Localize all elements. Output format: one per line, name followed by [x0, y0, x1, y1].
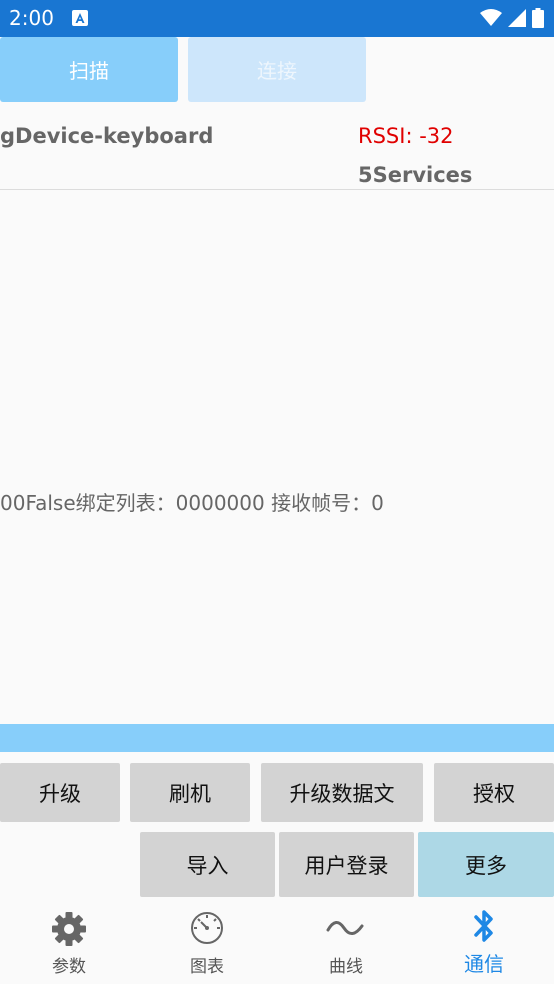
- battery-icon: [532, 8, 544, 28]
- scan-button[interactable]: 扫描: [0, 37, 178, 102]
- notification-icon: [72, 10, 88, 26]
- tab-chart-label: 图表: [190, 957, 224, 977]
- more-button[interactable]: 更多: [418, 832, 554, 897]
- tab-params-label: 参数: [52, 957, 86, 977]
- status-bar: 2:00: [0, 0, 554, 37]
- login-button[interactable]: 用户登录: [279, 832, 414, 897]
- device-services: 5Services: [358, 163, 473, 187]
- gear-icon: [52, 912, 86, 946]
- wave-icon: [326, 921, 364, 935]
- upgrade-data-button[interactable]: 升级数据文: [261, 763, 423, 822]
- upgrade-button[interactable]: 升级: [0, 763, 120, 822]
- gauge-icon: [191, 912, 223, 944]
- divider: [0, 189, 554, 190]
- tab-curve-label: 曲线: [329, 957, 363, 977]
- system-indicators: [480, 8, 544, 28]
- connect-button[interactable]: 连接: [188, 37, 366, 102]
- tab-params[interactable]: 参数: [0, 900, 138, 984]
- bluetooth-icon: [474, 910, 493, 942]
- wifi-icon: [480, 9, 502, 26]
- flash-button[interactable]: 刷机: [130, 763, 250, 822]
- progress-bar: [0, 724, 554, 752]
- import-button[interactable]: 导入: [140, 832, 275, 897]
- status-text: 00False绑定列表：0000000 接收帧号：0: [0, 491, 384, 515]
- tab-comm[interactable]: 通信: [415, 900, 553, 984]
- signal-icon: [508, 9, 526, 27]
- bottom-navigation: 参数 图表 曲线 通信: [0, 900, 554, 984]
- authorize-button[interactable]: 授权: [434, 763, 554, 822]
- tab-comm-label: 通信: [464, 952, 504, 976]
- device-name: gDevice-keyboard: [0, 124, 214, 148]
- device-rssi: RSSI: -32: [358, 124, 454, 148]
- tab-curve[interactable]: 曲线: [277, 900, 415, 984]
- status-time: 2:00: [9, 6, 54, 30]
- tab-chart[interactable]: 图表: [138, 900, 276, 984]
